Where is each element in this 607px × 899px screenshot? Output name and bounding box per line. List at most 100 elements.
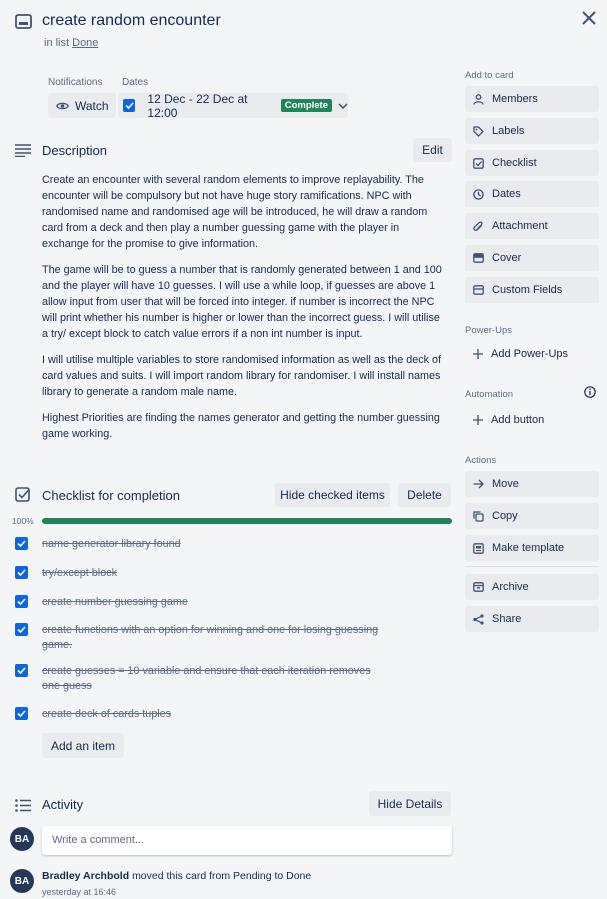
- checklist-item-checkbox[interactable]: [15, 566, 28, 579]
- archive-icon: [473, 582, 484, 592]
- checklist-icon: [14, 486, 32, 504]
- watch-label: Watch: [75, 98, 109, 113]
- dates-sidebar-label: Dates: [492, 188, 521, 200]
- description-paragraph: Highest Priorities are finding the names…: [42, 412, 440, 440]
- checklist-item[interactable]: try/except block: [15, 566, 455, 581]
- activity-user[interactable]: Bradley Archbold: [42, 870, 129, 882]
- actions-label: Actions: [465, 455, 497, 466]
- add-to-card-label: Add to card: [465, 70, 514, 81]
- powerups-label: Power-Ups: [465, 325, 512, 336]
- add-item-button[interactable]: Add an item: [42, 733, 124, 758]
- description-body[interactable]: Create an encounter with several random …: [42, 172, 442, 452]
- description-paragraph: Create an encounter with several random …: [42, 174, 428, 250]
- clock-icon: [473, 188, 484, 200]
- description-paragraph: The game will be to guess a number that …: [42, 264, 442, 340]
- plus-icon: [473, 415, 483, 425]
- checklist-item-text[interactable]: create number guessing game: [42, 595, 382, 610]
- checklist-item[interactable]: name generator library found: [15, 537, 455, 552]
- share-icon: [473, 613, 484, 625]
- dates-value: 12 Dec - 22 Dec at 12:00: [147, 91, 248, 120]
- checklist-button[interactable]: Checklist: [465, 150, 599, 176]
- checklist-item-checkbox[interactable]: [15, 537, 28, 550]
- custom-fields-button[interactable]: Custom Fields: [465, 277, 599, 303]
- card-title[interactable]: create random encounter: [42, 12, 221, 30]
- progress-percentage: 100%: [12, 516, 34, 526]
- description-icon: [14, 141, 32, 159]
- add-button-button[interactable]: Add button: [465, 407, 599, 433]
- custom-fields-icon: [473, 285, 484, 295]
- archive-button[interactable]: Archive: [465, 574, 599, 600]
- cover-button[interactable]: Cover: [465, 245, 599, 271]
- checklist-item[interactable]: create functions with an option for winn…: [15, 623, 455, 653]
- dates-button[interactable]: 12 Dec - 22 Dec at 12:00 Complete: [118, 91, 348, 120]
- tag-icon: [473, 125, 484, 137]
- watch-button[interactable]: Watch: [48, 93, 116, 118]
- checklist-item[interactable]: create number guessing game: [15, 595, 455, 610]
- copy-button[interactable]: Copy: [465, 503, 599, 529]
- checklist-item-text[interactable]: try/except block: [42, 566, 382, 581]
- chevron-down-icon: [338, 102, 348, 109]
- status-badge: Complete: [280, 99, 332, 112]
- make-template-button[interactable]: Make template: [465, 535, 599, 561]
- list-link[interactable]: Done: [72, 37, 98, 49]
- arrow-right-icon: [473, 479, 484, 489]
- checklist-item-text[interactable]: create guesses = 10 variable and ensure …: [42, 664, 382, 694]
- checklist-item-text[interactable]: name generator library found: [42, 537, 382, 552]
- activity-icon: [14, 796, 32, 814]
- eye-icon: [56, 101, 69, 111]
- progress-bar-fill: [42, 518, 452, 524]
- members-label: Members: [492, 93, 538, 105]
- checklist-item-checkbox[interactable]: [15, 707, 28, 720]
- custom-fields-label: Custom Fields: [492, 284, 563, 296]
- avatar[interactable]: BA: [10, 827, 34, 851]
- archive-label: Archive: [492, 581, 529, 593]
- checklist-item-text[interactable]: create deck of cards tuples: [42, 707, 382, 722]
- info-icon[interactable]: [584, 386, 596, 398]
- activity-heading: Activity: [42, 797, 84, 812]
- checklist-item-checkbox[interactable]: [15, 664, 28, 677]
- copy-icon: [473, 510, 484, 522]
- attachment-button[interactable]: Attachment: [465, 213, 599, 239]
- comment-input[interactable]: Write a comment...: [42, 826, 452, 855]
- divider: [465, 566, 599, 567]
- description-heading: Description: [42, 143, 108, 158]
- dates-sidebar-button[interactable]: Dates: [465, 181, 599, 207]
- cover-label: Cover: [492, 252, 522, 264]
- notifications-label: Notifications: [48, 77, 103, 88]
- template-icon: [473, 542, 484, 554]
- plus-icon: [473, 349, 483, 359]
- card-list-info: in list Done: [44, 37, 98, 49]
- checklist-heading: Checklist for completion: [42, 488, 180, 503]
- checklist-item-checkbox[interactable]: [15, 595, 28, 608]
- add-powerups-button[interactable]: Add Power-Ups: [465, 341, 599, 367]
- copy-label: Copy: [492, 510, 518, 522]
- checklist-item-text[interactable]: create functions with an option for winn…: [42, 623, 382, 653]
- move-button[interactable]: Move: [465, 471, 599, 497]
- activity-action: moved this card from Pending to Done: [132, 870, 312, 882]
- hide-details-button[interactable]: Hide Details: [369, 791, 451, 816]
- checklist-item[interactable]: create guesses = 10 variable and ensure …: [15, 664, 455, 694]
- paperclip-icon: [473, 221, 484, 232]
- hide-checked-items-button[interactable]: Hide checked items: [275, 483, 390, 507]
- dates-complete-checkbox[interactable]: [123, 99, 136, 112]
- share-button[interactable]: Share: [465, 606, 599, 632]
- labels-button[interactable]: Labels: [465, 118, 599, 144]
- avatar[interactable]: BA: [10, 869, 34, 893]
- activity-entry: Bradley Archbold moved this card from Pe…: [42, 870, 311, 882]
- edit-description-button[interactable]: Edit: [413, 138, 452, 162]
- activity-timestamp[interactable]: yesterday at 16:46: [42, 887, 116, 897]
- description-paragraph: I will utilise multiple variables to sto…: [42, 354, 442, 398]
- progress-bar: [42, 518, 452, 524]
- delete-checklist-button[interactable]: Delete: [398, 483, 451, 507]
- checklist-icon: [473, 157, 484, 169]
- automation-label: Automation: [465, 389, 514, 400]
- members-button[interactable]: Members: [465, 86, 599, 112]
- attachment-label: Attachment: [492, 220, 548, 232]
- card-icon: [14, 12, 32, 30]
- checklist-item[interactable]: create deck of cards tuples: [15, 707, 455, 722]
- checklist-item-checkbox[interactable]: [15, 623, 28, 636]
- close-icon[interactable]: [580, 9, 598, 27]
- card-cover-icon: [473, 253, 484, 263]
- person-icon: [473, 93, 484, 105]
- move-label: Move: [492, 478, 519, 490]
